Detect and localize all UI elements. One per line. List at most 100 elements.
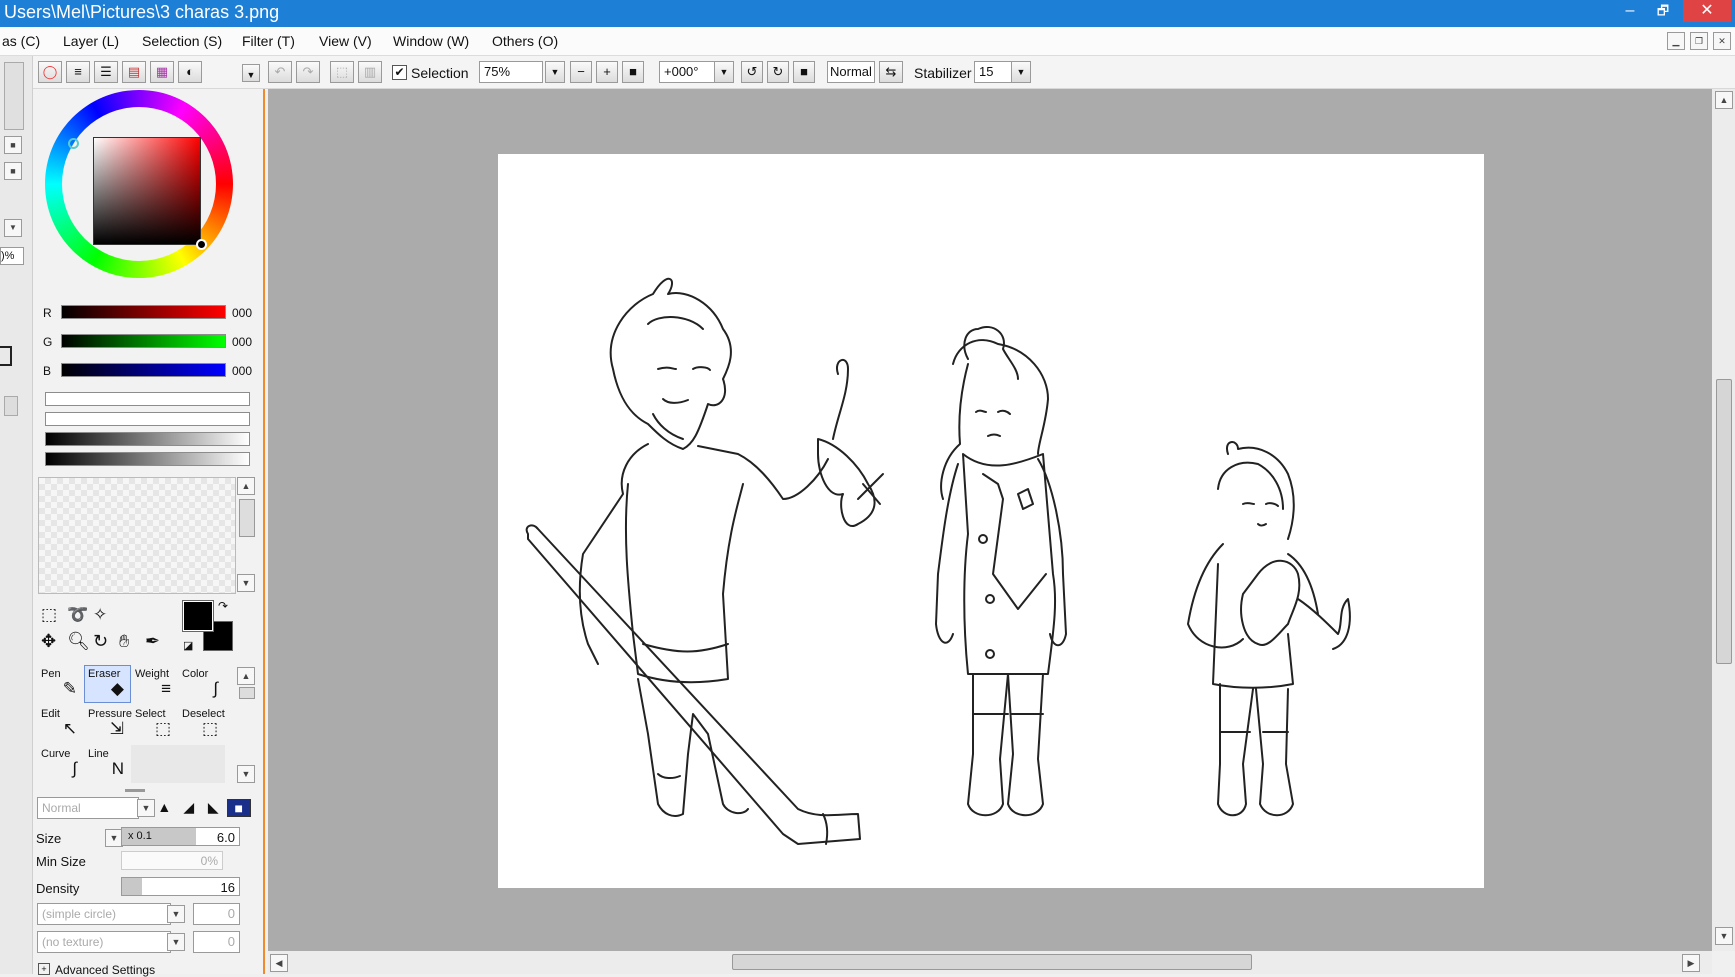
zoom-in-icon[interactable]: +: [596, 61, 618, 83]
scroll-right-icon[interactable]: ▶: [1682, 954, 1700, 972]
scratchpad-tab-icon[interactable]: ◐: [178, 61, 202, 83]
vertical-scrollbar[interactable]: ▲ ▼: [1712, 89, 1735, 951]
navigator-percent[interactable]: )%: [0, 247, 24, 265]
flip-horizontal-icon[interactable]: ⇆: [879, 61, 903, 83]
horizontal-scroll-thumb[interactable]: [732, 954, 1252, 970]
tool-grid-scroll-up-icon[interactable]: ▲: [237, 667, 255, 685]
brush-tool-deselect[interactable]: Deselect ⬚: [178, 705, 225, 743]
navigator-button-2[interactable]: ■: [4, 162, 22, 180]
navigator-scroll-thumb[interactable]: [4, 62, 24, 130]
scroll-up-icon[interactable]: ▲: [1715, 91, 1733, 109]
hue-slider[interactable]: [45, 392, 250, 406]
view-blend-field[interactable]: Normal: [827, 61, 875, 83]
empty-tool-slot[interactable]: [131, 745, 178, 783]
deselect-all-icon[interactable]: ⬚: [330, 61, 354, 83]
undo-icon[interactable]: ↶: [268, 61, 292, 83]
mdi-minimize-button[interactable]: ▁: [1667, 32, 1685, 50]
panel-dropdown-icon[interactable]: ▼: [242, 64, 260, 82]
density-slider[interactable]: 16: [121, 877, 240, 896]
selection-checkbox[interactable]: ✔: [392, 65, 407, 80]
primary-color-swatch[interactable]: [182, 600, 214, 632]
scratch-pad-scroll-up-icon[interactable]: ▲: [237, 477, 255, 495]
canvas-area[interactable]: [268, 89, 1712, 951]
navigator-dropdown-icon[interactable]: ▼: [4, 219, 22, 237]
brush-shape-dropdown-icon[interactable]: ▼: [167, 905, 185, 923]
r-slider[interactable]: [61, 305, 226, 319]
empty-tool-slot[interactable]: [178, 745, 225, 783]
zoom-dropdown-icon[interactable]: ▼: [545, 61, 565, 83]
brush-shape-value[interactable]: 0: [193, 903, 240, 925]
value-slider[interactable]: [45, 432, 250, 446]
alpha-slider[interactable]: [45, 452, 250, 466]
color-wheel-tab-icon[interactable]: ◯: [38, 61, 62, 83]
scroll-left-icon[interactable]: ◀: [270, 954, 288, 972]
brush-tool-curve[interactable]: Curve ∫: [37, 745, 84, 783]
brush-tool-color[interactable]: Color ∫: [178, 665, 225, 703]
brush-texture-value[interactable]: 0: [193, 931, 240, 953]
mdi-close-button[interactable]: ✕: [1713, 32, 1731, 50]
zoom-out-icon[interactable]: −: [570, 61, 592, 83]
scroll-down-icon[interactable]: ▼: [1715, 927, 1733, 945]
min-size-slider[interactable]: 0%: [121, 851, 223, 870]
r-value[interactable]: 000: [232, 306, 252, 320]
brush-texture-field[interactable]: (no texture): [37, 931, 171, 953]
scratch-pad-scroll-thumb[interactable]: [239, 499, 255, 537]
brush-blend-field[interactable]: Normal: [37, 797, 139, 819]
brush-texture-dropdown-icon[interactable]: ▼: [167, 933, 185, 951]
close-button[interactable]: ✕: [1683, 0, 1731, 22]
brush-tool-select[interactable]: Select ⬚: [131, 705, 178, 743]
tip-flat-icon[interactable]: ◣: [202, 799, 225, 817]
swap-colors-icon[interactable]: ↷: [218, 599, 228, 613]
g-slider[interactable]: [61, 334, 226, 348]
panel-splitter[interactable]: [125, 789, 145, 792]
menu-canvas[interactable]: as (C): [2, 33, 40, 49]
menu-view[interactable]: View (V): [319, 33, 372, 49]
horizontal-scrollbar[interactable]: ◀ ▶: [268, 951, 1712, 974]
advanced-settings-label[interactable]: Advanced Settings: [55, 963, 155, 977]
rotation-dropdown-icon[interactable]: ▼: [714, 61, 734, 83]
scratch-pad[interactable]: [38, 477, 236, 594]
move-icon[interactable]: ✥: [41, 631, 63, 653]
advanced-expand-icon[interactable]: +: [38, 963, 50, 975]
swatches-tab-icon[interactable]: ▦: [150, 61, 174, 83]
menu-selection[interactable]: Selection (S): [142, 33, 222, 49]
rotate-right-icon[interactable]: ↻: [767, 61, 789, 83]
tip-round-icon[interactable]: ◢: [178, 799, 201, 817]
rotation-field[interactable]: +000°: [659, 61, 721, 83]
brush-tool-pressure[interactable]: Pressure ⇲: [84, 705, 132, 743]
tool-grid-scroll-thumb[interactable]: [239, 687, 255, 699]
minimize-button[interactable]: –: [1615, 0, 1645, 22]
zoom-tool-icon[interactable]: 🔍︎: [67, 631, 90, 653]
tool-grid-scroll-down-icon[interactable]: ▼: [237, 765, 255, 783]
rotate-left-icon[interactable]: ↺: [741, 61, 763, 83]
menu-window[interactable]: Window (W): [393, 33, 469, 49]
g-value[interactable]: 000: [232, 335, 252, 349]
mdi-restore-button[interactable]: ❐: [1690, 32, 1708, 50]
navigator-button-1[interactable]: ■: [4, 136, 22, 154]
scratch-pad-scroll-down-icon[interactable]: ▼: [237, 574, 255, 592]
redo-icon[interactable]: ↷: [296, 61, 320, 83]
menu-others[interactable]: Others (O): [492, 33, 558, 49]
brush-shape-field[interactable]: (simple circle): [37, 903, 171, 925]
hand-icon[interactable]: ✋︎: [119, 631, 141, 653]
brush-tool-line[interactable]: Line N: [84, 745, 131, 783]
saturation-slider[interactable]: [45, 412, 250, 426]
drawing-canvas[interactable]: [498, 154, 1484, 888]
rgb-sliders-tab-icon[interactable]: ≡: [66, 61, 90, 83]
eyedropper-icon[interactable]: ✒: [145, 631, 167, 653]
color-set-tab-icon[interactable]: ▤: [122, 61, 146, 83]
tip-sharp-icon[interactable]: ▲: [153, 799, 176, 817]
lasso-icon[interactable]: ➰: [67, 605, 89, 627]
rotate-tool-icon[interactable]: ↻: [93, 631, 115, 653]
zoom-field[interactable]: 75%: [479, 61, 543, 83]
invert-selection-icon[interactable]: ▥: [358, 61, 382, 83]
zoom-reset-icon[interactable]: ■: [622, 61, 644, 83]
rect-select-icon[interactable]: ⬚: [41, 605, 63, 627]
size-slider[interactable]: x 0.1 6.0: [121, 827, 240, 846]
brush-tool-pen[interactable]: Pen ✎: [37, 665, 84, 703]
hsv-sliders-tab-icon[interactable]: ☰: [94, 61, 118, 83]
vertical-scroll-thumb[interactable]: [1716, 379, 1732, 664]
default-colors-icon[interactable]: ◪: [183, 639, 193, 652]
saturation-value-square[interactable]: [93, 137, 201, 245]
layer-scroll-thumb[interactable]: [4, 396, 18, 416]
